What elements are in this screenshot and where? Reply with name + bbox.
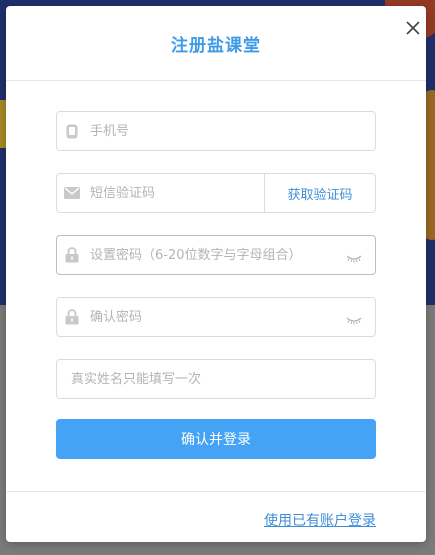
phone-icon [64,123,80,139]
password-input[interactable] [88,235,345,275]
eye-closed-icon[interactable] [345,311,363,325]
sms-code-field: 获取验证码 [56,173,376,213]
existing-account-login-link[interactable]: 使用已有账户登录 [264,510,376,530]
modal-header: 注册盐课堂 [6,6,426,81]
lock-icon [64,309,80,325]
close-icon[interactable] [404,19,422,37]
get-code-button[interactable]: 获取验证码 [264,174,375,212]
mail-icon [64,185,80,201]
password-field [56,235,376,275]
phone-field [56,111,376,151]
modal-footer: 使用已有账户登录 [6,491,426,542]
real-name-field [56,359,376,399]
modal-title: 注册盐课堂 [171,35,261,56]
real-name-input[interactable] [57,359,375,399]
eye-closed-icon[interactable] [345,249,363,263]
register-form: 获取验证码 确认并登录 [56,111,376,459]
confirm-password-input[interactable] [88,297,345,337]
phone-input[interactable] [88,111,375,151]
confirm-password-field [56,297,376,337]
register-modal: 注册盐课堂 获取验证码 [6,6,426,542]
sms-code-input[interactable] [88,173,264,213]
submit-button[interactable]: 确认并登录 [56,419,376,459]
lock-icon [64,247,80,263]
